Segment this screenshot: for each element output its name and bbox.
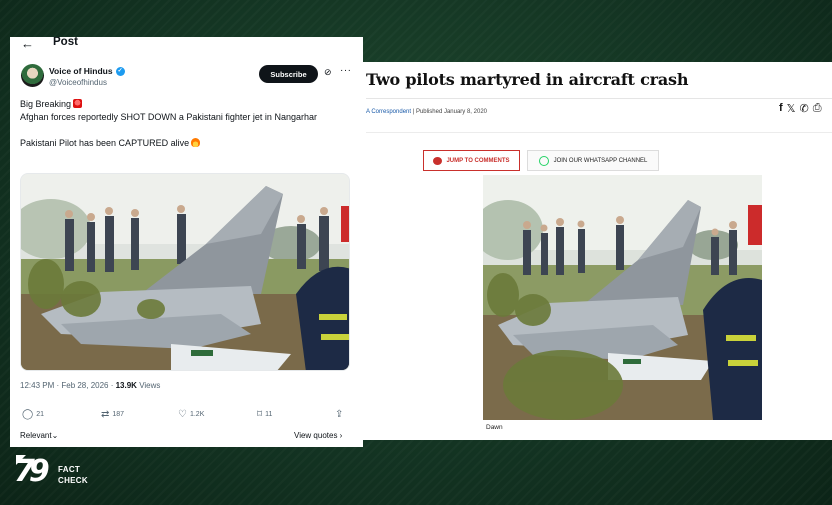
fire-icon (191, 138, 201, 147)
tweet-text: Big Breaking Afghan forces reportedly SH… (20, 98, 350, 150)
share-icon: ⇪ (335, 409, 344, 420)
fact-check-logo: 79 FACT CHECK (14, 455, 99, 491)
byline-author[interactable]: A Correspondent (366, 109, 411, 115)
author-name-text[interactable]: Voice of Hindus (49, 66, 113, 76)
comment-bubble-icon (433, 156, 443, 165)
chevron-right-icon: › (339, 431, 343, 440)
bookmark-count: 11 (265, 411, 273, 418)
logo-text-fact: FACT (58, 465, 81, 474)
share-bar: f 𝕏 ✆ ⎙ (779, 102, 822, 115)
reply-icon: ◯ (22, 409, 34, 420)
bookmark-button[interactable]: ⌑ 11 (257, 409, 272, 420)
heart-icon: ♡ (178, 409, 187, 420)
tweet-media-image[interactable] (20, 173, 350, 371)
whatsapp-icon (538, 155, 549, 166)
whatsapp-channel-label: JOIN OUR WHATSAPP CHANNEL (553, 157, 648, 164)
siren-icon (73, 99, 83, 108)
tweet-meta: 12:43 PM · Feb 28, 2026 · 13.9K Views (20, 381, 160, 390)
grok-icon[interactable]: ⊘ (324, 67, 332, 78)
like-count: 1.2K (189, 411, 205, 418)
article-byline: A Correspondent | Published January 8, 2… (366, 109, 487, 115)
jump-to-comments-button[interactable]: JUMP TO COMMENTS (423, 150, 520, 171)
view-quotes-link[interactable]: View quotes › (294, 431, 342, 440)
repost-count: 187 (112, 411, 125, 418)
divider (366, 98, 832, 99)
reply-count: 21 (36, 411, 44, 418)
facebook-icon[interactable]: f (779, 102, 783, 115)
tweet-card: ← Post Voice of Hindus ✓ @Voiceofhindus … (10, 37, 363, 447)
crash-photo (21, 174, 349, 370)
news-article: Two pilots martyred in aircraft crash A … (363, 62, 832, 440)
tweet-actions: ◯ 21 ⇄ 187 ♡ 1.2K ⌑ 11 ⇪ (10, 409, 363, 423)
whatsapp-channel-button[interactable]: JOIN OUR WHATSAPP CHANNEL (527, 150, 659, 171)
article-photo[interactable] (483, 175, 762, 420)
tweet-text-line2: Afghan forces reportedly SHOT DOWN a Pak… (20, 112, 317, 122)
photo-caption: Dawn (486, 424, 503, 431)
verified-badge-icon: ✓ (115, 66, 125, 76)
repost-icon: ⇄ (101, 409, 110, 420)
arrow-left-icon[interactable]: ← (21, 37, 34, 51)
tweet-text-line1: Big Breaking (20, 99, 72, 109)
byline-published: Published January 8, 2020 (415, 109, 487, 115)
logo-corner-icon (16, 455, 26, 465)
avatar[interactable] (21, 64, 44, 87)
divider (366, 132, 832, 133)
share-button[interactable]: ⇪ (335, 409, 343, 420)
subscribe-button[interactable]: Subscribe (259, 65, 318, 83)
tweet-header: ← Post (10, 37, 363, 55)
tweet-text-line3: Pakistani Pilot has been CAPTURED alive (20, 138, 190, 148)
views-label: Views (136, 381, 161, 390)
bookmark-icon: ⌑ (257, 409, 263, 420)
sort-dropdown-label: Relevant (20, 431, 52, 440)
more-options-icon[interactable]: ··· (340, 65, 352, 76)
views-count: 13.9K (115, 381, 137, 390)
crash-photo (483, 175, 762, 420)
sort-dropdown[interactable]: Relevant⌄ (20, 431, 58, 440)
like-button[interactable]: ♡ 1.2K (178, 409, 204, 420)
chevron-down-icon: ⌄ (51, 431, 59, 440)
x-icon[interactable]: 𝕏 (787, 102, 796, 115)
logo-text-check: CHECK (58, 476, 88, 485)
author-name[interactable]: Voice of Hindus ✓ (49, 66, 125, 76)
article-title: Two pilots martyred in aircraft crash (366, 70, 689, 89)
page-title: Post (53, 37, 78, 48)
tweet-time[interactable]: 12:43 PM · Feb 28, 2026 · (20, 381, 116, 390)
view-quotes-label: View quotes (294, 431, 338, 440)
author-handle[interactable]: @Voiceofhindus (49, 78, 107, 87)
repost-button[interactable]: ⇄ 187 (101, 409, 124, 420)
jump-to-comments-label: JUMP TO COMMENTS (446, 157, 510, 164)
whatsapp-icon[interactable]: ✆ (800, 102, 809, 115)
print-icon[interactable]: ⎙ (813, 102, 822, 115)
reply-button[interactable]: ◯ 21 (22, 409, 44, 420)
